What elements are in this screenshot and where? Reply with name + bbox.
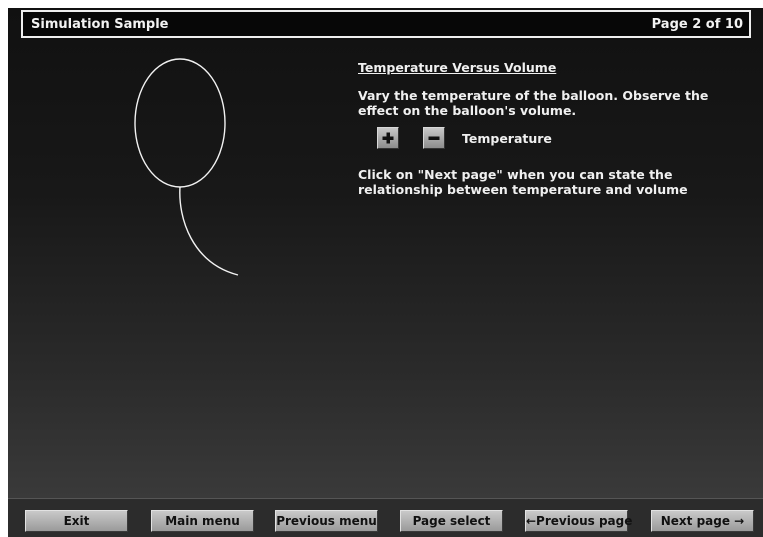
section-heading: Temperature Versus Volume [358,60,557,75]
minus-icon [428,136,440,140]
decrease-temperature-button[interactable] [423,127,445,149]
exit-button[interactable]: Exit [25,510,128,532]
previous-page-button[interactable]: ←Previous page [525,510,632,532]
main-menu-button[interactable]: Main menu [151,510,254,532]
next-page-instruction: Click on "Next page" when you can state … [358,167,688,197]
increase-temperature-button[interactable] [377,127,399,149]
plus-icon [382,132,394,144]
balloon-body [134,58,226,188]
instructions-panel: Temperature Versus Volume Vary the tempe… [358,60,753,197]
app-title: Simulation Sample [31,17,169,32]
title-bar: Simulation Sample Page 2 of 10 [21,10,751,38]
instruction-text: Vary the temperature of the balloon. Obs… [358,88,709,118]
temperature-label: Temperature [462,131,552,146]
balloon-string [179,186,239,276]
balloon-illustration [134,58,239,276]
page-indicator: Page 2 of 10 [651,17,743,32]
previous-menu-button[interactable]: Previous menu [275,510,378,532]
next-page-button[interactable]: Next page → [651,510,754,532]
temperature-control: Temperature [358,127,753,157]
page-select-button[interactable]: Page select [400,510,503,532]
navigation-bar: Exit Main menu Previous menu Page select… [8,498,763,537]
